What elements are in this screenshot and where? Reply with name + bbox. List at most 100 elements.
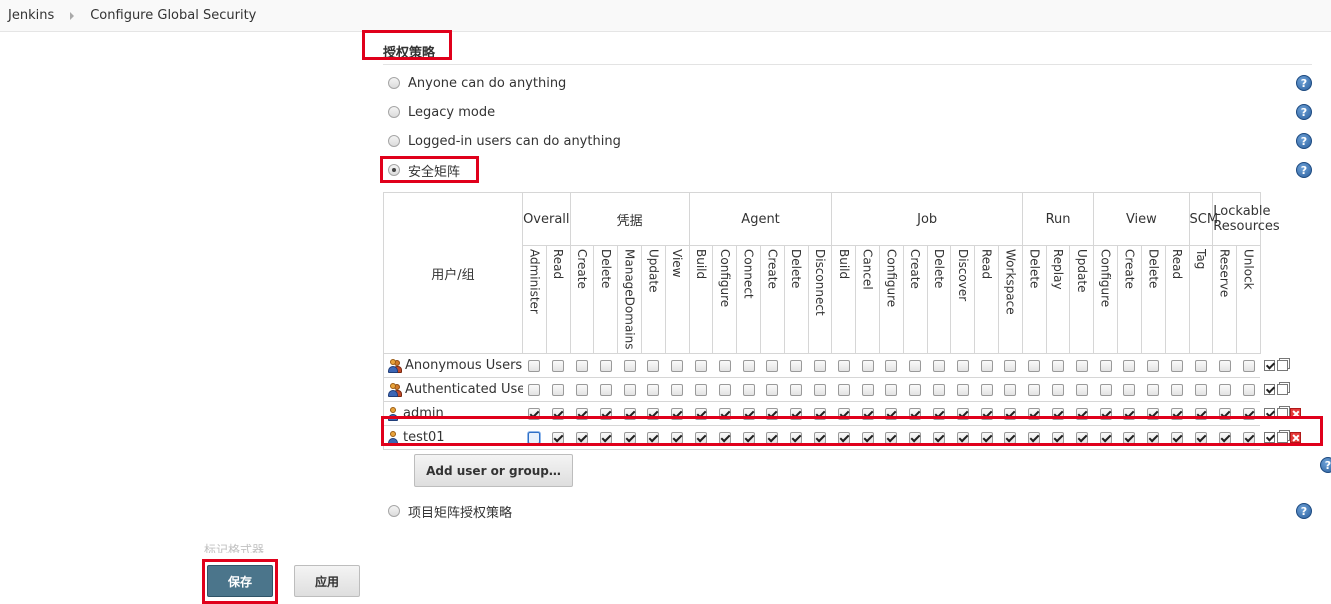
permission-cell bbox=[1046, 353, 1070, 379]
permission-checkbox[interactable] bbox=[528, 359, 541, 372]
permission-checkbox[interactable] bbox=[956, 383, 969, 396]
permission-checkbox[interactable] bbox=[1147, 359, 1160, 372]
help-icon[interactable]: ? bbox=[1296, 503, 1312, 519]
permission-checkbox[interactable] bbox=[1123, 383, 1136, 396]
permission-cell bbox=[1165, 377, 1189, 403]
permission-checkbox[interactable] bbox=[1242, 359, 1255, 372]
permission-checkbox[interactable] bbox=[671, 359, 684, 372]
help-icon[interactable]: ? bbox=[1320, 457, 1331, 473]
permission-checkbox[interactable] bbox=[1194, 383, 1207, 396]
permission-checkbox[interactable] bbox=[861, 383, 874, 396]
permission-checkbox[interactable] bbox=[861, 359, 874, 372]
apply-button[interactable]: 应用 bbox=[294, 565, 360, 597]
unselect-all-icon[interactable] bbox=[1277, 359, 1289, 371]
permission-checkbox[interactable] bbox=[742, 383, 755, 396]
permission-cell bbox=[1117, 377, 1142, 403]
permission-checkbox[interactable] bbox=[575, 383, 588, 396]
permission-checkbox[interactable] bbox=[575, 359, 588, 372]
permission-checkbox[interactable] bbox=[933, 359, 946, 372]
matrix-row: Anonymous Users bbox=[383, 353, 1261, 379]
permission-checkbox[interactable] bbox=[671, 383, 684, 396]
radio-button[interactable] bbox=[388, 135, 400, 147]
permission-checkbox[interactable] bbox=[1218, 359, 1231, 372]
permission-checkbox[interactable] bbox=[599, 359, 612, 372]
permission-checkbox[interactable] bbox=[1004, 383, 1017, 396]
permission-checkbox[interactable] bbox=[980, 383, 993, 396]
permission-checkbox[interactable] bbox=[552, 359, 565, 372]
permission-checkbox[interactable] bbox=[718, 359, 731, 372]
permission-cell bbox=[1069, 377, 1094, 403]
help-icon[interactable]: ? bbox=[1296, 162, 1312, 178]
permission-checkbox[interactable] bbox=[695, 383, 708, 396]
help-icon[interactable]: ? bbox=[1296, 133, 1312, 149]
select-all-icon[interactable] bbox=[1264, 359, 1276, 371]
permission-cell bbox=[1212, 353, 1237, 379]
permission-checkbox[interactable] bbox=[837, 359, 850, 372]
permission-checkbox[interactable] bbox=[742, 359, 755, 372]
permission-checkbox[interactable] bbox=[1099, 359, 1112, 372]
permission-header: Delete bbox=[783, 244, 809, 355]
permission-checkbox[interactable] bbox=[1242, 383, 1255, 396]
permission-checkbox[interactable] bbox=[814, 383, 827, 396]
permission-checkbox[interactable] bbox=[766, 383, 779, 396]
permission-checkbox[interactable] bbox=[933, 383, 946, 396]
permission-checkbox[interactable] bbox=[909, 383, 922, 396]
permission-checkbox[interactable] bbox=[790, 383, 803, 396]
permission-cell bbox=[593, 353, 618, 379]
permission-cell bbox=[927, 353, 951, 379]
help-icon[interactable]: ? bbox=[1296, 75, 1312, 91]
strategy-label: Legacy mode bbox=[408, 104, 496, 120]
permission-checkbox[interactable] bbox=[1052, 359, 1065, 372]
permission-checkbox[interactable] bbox=[599, 383, 612, 396]
strategy-logged-in[interactable]: Logged-in users can do anything bbox=[388, 132, 621, 150]
permission-label: Cancel bbox=[860, 249, 875, 290]
strategy-anyone[interactable]: Anyone can do anything bbox=[388, 74, 566, 92]
radio-button[interactable] bbox=[388, 77, 400, 89]
radio-button[interactable] bbox=[388, 106, 400, 118]
permission-group-header: Agent bbox=[688, 192, 833, 246]
strategy-legacy[interactable]: Legacy mode bbox=[388, 103, 495, 121]
permission-checkbox[interactable] bbox=[837, 383, 850, 396]
strategy-project-matrix[interactable]: 项目矩阵授权策略 bbox=[388, 502, 512, 521]
permission-checkbox[interactable] bbox=[647, 359, 660, 372]
add-user-or-group-button[interactable]: Add user or group… bbox=[414, 454, 573, 487]
permission-checkbox[interactable] bbox=[718, 383, 731, 396]
permission-checkbox[interactable] bbox=[1052, 383, 1065, 396]
permission-checkbox[interactable] bbox=[956, 359, 969, 372]
permission-checkbox[interactable] bbox=[1099, 383, 1112, 396]
permission-checkbox[interactable] bbox=[814, 359, 827, 372]
permission-checkbox[interactable] bbox=[1123, 359, 1136, 372]
permission-header: Discover bbox=[950, 244, 976, 355]
permission-checkbox[interactable] bbox=[528, 383, 541, 396]
permission-checkbox[interactable] bbox=[647, 383, 660, 396]
permission-checkbox[interactable] bbox=[1075, 383, 1088, 396]
permission-checkbox[interactable] bbox=[1218, 383, 1231, 396]
permission-checkbox[interactable] bbox=[766, 359, 779, 372]
permission-checkbox[interactable] bbox=[1147, 383, 1160, 396]
permission-checkbox[interactable] bbox=[1004, 359, 1017, 372]
permission-cell bbox=[570, 353, 594, 379]
select-all-icon[interactable] bbox=[1264, 383, 1276, 395]
permission-checkbox[interactable] bbox=[695, 359, 708, 372]
permission-checkbox[interactable] bbox=[885, 383, 898, 396]
permission-label: Replay bbox=[1051, 249, 1066, 290]
breadcrumb-jenkins[interactable]: Jenkins bbox=[0, 8, 62, 23]
permission-checkbox[interactable] bbox=[552, 383, 565, 396]
permission-checkbox[interactable] bbox=[623, 383, 636, 396]
breadcrumb-configure-global-security[interactable]: Configure Global Security bbox=[82, 8, 264, 23]
help-icon[interactable]: ? bbox=[1296, 104, 1312, 120]
unselect-all-icon[interactable] bbox=[1277, 383, 1289, 395]
permission-checkbox[interactable] bbox=[1028, 383, 1041, 396]
permission-checkbox[interactable] bbox=[1075, 359, 1088, 372]
radio-button[interactable] bbox=[388, 505, 400, 517]
permission-checkbox[interactable] bbox=[1171, 383, 1184, 396]
permission-checkbox[interactable] bbox=[1028, 359, 1041, 372]
permission-checkbox[interactable] bbox=[1194, 359, 1207, 372]
permission-checkbox[interactable] bbox=[980, 359, 993, 372]
permission-checkbox[interactable] bbox=[909, 359, 922, 372]
permission-label: Delete bbox=[1027, 249, 1042, 289]
permission-checkbox[interactable] bbox=[885, 359, 898, 372]
permission-checkbox[interactable] bbox=[790, 359, 803, 372]
permission-checkbox[interactable] bbox=[623, 359, 636, 372]
permission-checkbox[interactable] bbox=[1171, 359, 1184, 372]
